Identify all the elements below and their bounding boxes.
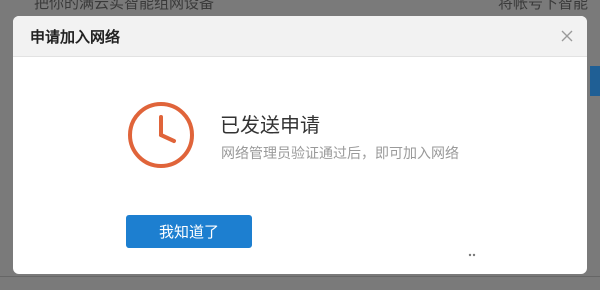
background-text-left: 把你的满云实智能组网设备 [34, 0, 215, 12]
watermark-name: 路由器 [505, 234, 577, 262]
dialog-header: 申请加入网络 [13, 16, 587, 57]
site-watermark: 路由器 luyouqi.com [455, 228, 595, 280]
close-icon[interactable] [557, 26, 577, 46]
clock-icon [127, 101, 195, 169]
confirm-button[interactable]: 我知道了 [126, 215, 252, 248]
router-icon [455, 231, 499, 271]
status-description: 网络管理员验证通过后，即可加入网络 [221, 146, 459, 162]
dialog-title: 申请加入网络 [30, 28, 121, 46]
close-icon-glyph [561, 30, 573, 42]
background-text-right: 将帐号下智能 [498, 0, 589, 12]
watermark-domain: luyouqi.com [507, 260, 569, 271]
background-button-edge [590, 66, 600, 96]
status-title: 已发送申请 [220, 113, 320, 137]
